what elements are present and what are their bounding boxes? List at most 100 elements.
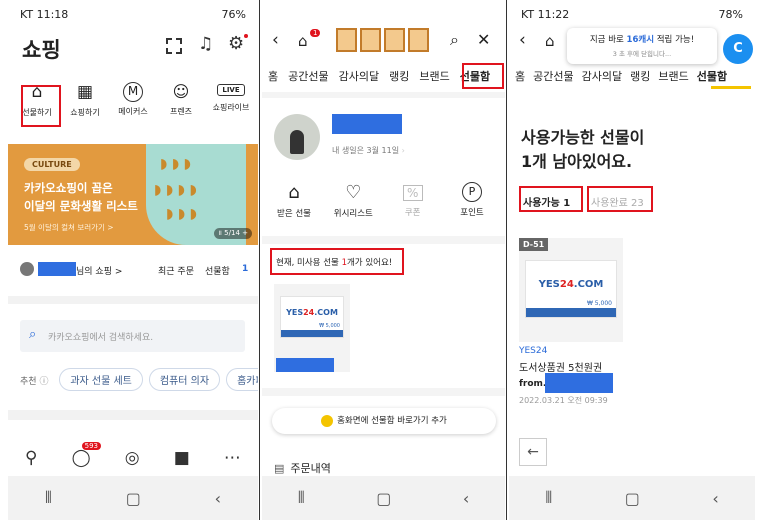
friends-characters-banner (336, 28, 432, 54)
system-nav-bar: ⦀ ▢ ‹ (262, 476, 505, 520)
search-box[interactable]: ⌕ 카카오쇼핑에서 검색하세요. (20, 320, 245, 352)
dday-badge: D-51 (519, 238, 549, 251)
back-arrow-icon[interactable]: ‹ (519, 30, 526, 50)
recommend-chip[interactable]: 과자 선물 세트 (59, 368, 143, 391)
recommend-chip[interactable]: 컴퓨터 의자 (148, 368, 221, 391)
menu-wishlist[interactable]: ♡ 위시리스트 (327, 182, 379, 219)
gift-voucher-card[interactable]: D-51 YES24.COM ₩ 5,000 (519, 238, 623, 342)
system-nav-bar: ⦀ ▢ ‹ (509, 476, 755, 520)
system-nav-bar: ⦀ ▢ ‹ (8, 476, 258, 520)
tab-thanks-month[interactable]: 감사의달 (582, 68, 622, 84)
coupon-icon: % (402, 185, 423, 201)
gift-cart-icon[interactable]: ⌂ (545, 32, 555, 50)
tab-space-gift[interactable]: 공간선물 (533, 68, 573, 84)
banner-pager[interactable]: ॥ 5/14 + (213, 228, 252, 239)
add-shortcut-button[interactable]: 홈화면에 선물함 바로가기 추가 (272, 408, 496, 434)
birthday-label: 내 생일은 3월 11일 (332, 146, 400, 155)
avatar-figure (290, 130, 304, 154)
category-friends[interactable]: ☺ 프렌즈 (160, 82, 202, 118)
bottom-tab-bar: ⚲ ◯ 593 ◎ ■ ⋯ (8, 440, 258, 476)
friends-pig-icon: ☺ (172, 82, 190, 101)
info-icon: ⓘ (39, 377, 49, 387)
tab-space-gift[interactable]: 공간선물 (288, 68, 328, 84)
voucher-price: ₩ 5,000 (319, 323, 340, 329)
settings-gear-icon[interactable]: ⚙ (228, 33, 244, 54)
user-shopping-row[interactable]: 님의 쇼핑 > 최근 주문 선물함 1 (20, 262, 254, 278)
point-icon: P (461, 182, 482, 202)
gift-brand: YES24 (519, 346, 548, 356)
croissant-icon: ◗ ◗ ◗ (166, 206, 198, 222)
menu-point[interactable]: P 포인트 (446, 182, 498, 219)
gift-box-link[interactable]: 선물함 (205, 264, 230, 277)
profile-icon[interactable]: ⚲ (25, 448, 37, 468)
menu-coupon[interactable]: % 쿠폰 (387, 182, 439, 219)
tab-ranking[interactable]: 랭킹 (630, 68, 650, 84)
category-shopping[interactable]: ▦ 쇼핑하기 (64, 82, 106, 118)
category-label: 메이커스 (118, 107, 148, 116)
order-history-row[interactable]: ▤ 주문내역 (274, 460, 331, 476)
recent-apps-icon[interactable]: ⦀ (298, 488, 305, 508)
toast-highlight: 16캐시 (626, 35, 655, 45)
chat-icon[interactable]: ◯ 593 (72, 442, 101, 468)
status-battery: 78% (718, 7, 743, 21)
view-icon[interactable]: ◎ (125, 448, 140, 468)
recommend-row: 추천 ⓘ 과자 선물 세트컴퓨터 의자홈카페 용 (20, 368, 258, 391)
status-bar: KT 11:22 78% (509, 0, 755, 28)
more-icon[interactable]: ⋯ (224, 448, 241, 468)
recent-order-link[interactable]: 최근 주문 (158, 264, 194, 277)
tab-thanks-month[interactable]: 감사의달 (339, 68, 379, 84)
recent-apps-icon[interactable]: ⦀ (545, 488, 552, 508)
redacted-sender (276, 358, 334, 372)
voucher-brand-logo: YES24.COM (286, 308, 338, 317)
menu-received-gift[interactable]: ⌂ 받은 선물 (268, 182, 320, 219)
live-icon: LIVE (217, 84, 245, 96)
status-bar: KT 11:18 76% (8, 0, 258, 28)
back-icon[interactable]: ‹ (712, 489, 718, 508)
notification-dot (244, 34, 248, 38)
home-icon[interactable]: ▢ (376, 489, 391, 508)
recommend-chip[interactable]: 홈카페 용 (226, 368, 258, 391)
scan-icon[interactable] (166, 38, 182, 54)
menu-label: 쿠폰 (404, 208, 421, 218)
banner-subtitle: 5월 이달의 컬쳐 보러가기 > (24, 223, 114, 232)
gift-box-count: 1 (242, 264, 249, 274)
tab-gift-box[interactable]: 선물함 (697, 68, 727, 84)
toast-message: 지금 바로 16캐시 적립 가능! (567, 33, 717, 45)
home-icon[interactable]: ▢ (625, 489, 640, 508)
tab-home[interactable]: 홈 (268, 68, 278, 84)
gift-home-screen: ‹ ⌂ 1 ⌕ ✕ 홈 공간선물 감사의달 랭킹 브랜드 선물함 내 생일은 3… (262, 0, 505, 520)
search-icon[interactable]: ⌕ (450, 30, 459, 50)
gift-cart-icon[interactable]: ⌂ (298, 32, 308, 50)
gift-tab-row: 홈 공간선물 감사의달 랭킹 브랜드 선물함 (509, 68, 755, 84)
tab-brand[interactable]: 브랜드 (419, 68, 449, 84)
plus-icon: + (239, 229, 248, 237)
page-title: 쇼핑 (22, 38, 61, 62)
recent-apps-icon[interactable]: ⦀ (45, 488, 52, 508)
voucher-brand-logo: YES24.COM (538, 279, 604, 290)
category-label: 쇼핑라이브 (212, 103, 250, 112)
highlight-unused-notice (270, 248, 404, 275)
culture-banner[interactable]: CULTURE 카카오쇼핑이 꼽은 이달의 문화생활 리스트 5월 이달의 컬쳐… (8, 144, 258, 245)
back-arrow-icon[interactable]: ‹ (272, 30, 279, 50)
back-button[interactable]: ← (519, 438, 547, 466)
menu-label: 위시리스트 (333, 209, 373, 219)
tab-home[interactable]: 홈 (515, 68, 525, 84)
status-time: KT 11:22 (521, 7, 570, 21)
gift-date: 2022.03.21 오전 09:39 (519, 396, 608, 405)
tab-brand[interactable]: 브랜드 (658, 68, 688, 84)
gift-icon: ⌂ (288, 182, 300, 203)
cash-fab[interactable]: C (723, 34, 753, 64)
shopping-bag-icon[interactable]: ■ (174, 448, 190, 468)
back-icon[interactable]: ‹ (463, 489, 469, 508)
tab-ranking[interactable]: 랭킹 (389, 68, 409, 84)
category-makers[interactable]: M 메이커스 (112, 82, 154, 118)
music-icon[interactable]: ♫ (198, 34, 213, 54)
order-history-label: 주문내역 (290, 462, 331, 475)
cash-fab-label: C (733, 41, 743, 56)
back-icon[interactable]: ‹ (215, 489, 221, 508)
gift-product-name: 도서상품권 5천원권 (519, 363, 603, 374)
home-icon[interactable]: ▢ (126, 489, 141, 508)
close-icon[interactable]: ✕ (477, 30, 490, 49)
character-icon (408, 28, 429, 52)
category-live[interactable]: LIVE 쇼핑라이브 (208, 82, 254, 118)
